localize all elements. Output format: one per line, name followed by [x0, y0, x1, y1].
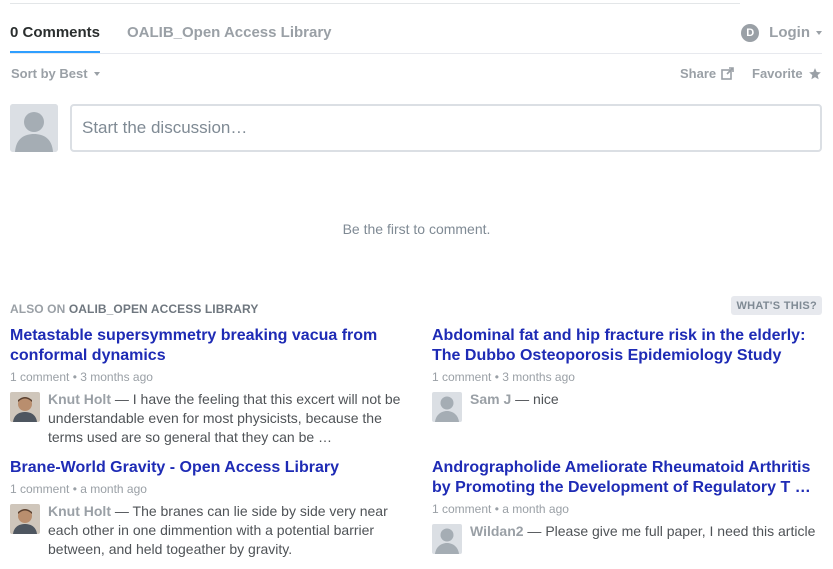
favorite-label: Favorite: [752, 66, 803, 81]
tab-comments[interactable]: 0 Comments: [10, 24, 101, 53]
avatar[interactable]: [10, 504, 40, 534]
avatar: [10, 104, 58, 152]
related-card-title[interactable]: Abdominal fat and hip fracture risk in t…: [432, 326, 827, 366]
user-photo-icon: [10, 504, 40, 534]
sort-dropdown[interactable]: Sort by Best: [11, 66, 100, 81]
related-card: Brane-World Gravity - Open Access Librar…: [10, 458, 405, 559]
also-on-prefix: ALSO ON: [10, 302, 66, 316]
related-card-meta: 1 comment • 3 months ago: [432, 370, 575, 384]
user-placeholder-icon: [432, 392, 462, 422]
related-card-excerpt[interactable]: Knut Holt — The branes can lie side by s…: [10, 502, 405, 559]
favorite-button[interactable]: Favorite: [752, 66, 822, 81]
chevron-down-icon: [93, 71, 100, 76]
whats-this-button[interactable]: WHAT'S THIS?: [731, 296, 822, 315]
comment-snippet: — Please give me full paper, I need this…: [523, 523, 816, 539]
related-card-meta: 1 comment • a month ago: [10, 482, 147, 496]
share-label: Share: [680, 66, 717, 81]
related-card-excerpt[interactable]: Knut Holt — I have the feeling that this…: [10, 390, 405, 447]
tab-community[interactable]: OALIB_Open Access Library: [127, 24, 332, 42]
share-icon: [721, 67, 734, 80]
comment-author[interactable]: Wildan2: [470, 523, 524, 539]
related-card: Abdominal fat and hip fracture risk in t…: [432, 326, 827, 422]
empty-state-message: Be the first to comment.: [342, 221, 491, 237]
also-on-heading: ALSO ON OALIB_OPEN ACCESS LIBRARY: [10, 302, 258, 316]
related-card: Metastable supersymmetry breaking vacua …: [10, 326, 405, 447]
related-card-title[interactable]: Andrographolide Ameliorate Rheumatoid Ar…: [432, 458, 827, 498]
login-label: Login: [769, 24, 810, 41]
also-on-site[interactable]: OALIB_OPEN ACCESS LIBRARY: [69, 302, 259, 316]
user-placeholder-icon: [10, 104, 58, 152]
sort-label: Sort by Best: [11, 66, 88, 81]
avatar[interactable]: [10, 392, 40, 422]
comment-author[interactable]: Sam J: [470, 391, 511, 407]
comment-input[interactable]: [70, 104, 822, 152]
related-card-title[interactable]: Brane-World Gravity - Open Access Librar…: [10, 458, 405, 478]
discussion-nav: 0 Comments OALIB_Open Access Library D L…: [10, 14, 822, 54]
comment-snippet: — nice: [511, 391, 559, 407]
chevron-down-icon: [816, 31, 822, 35]
related-card-excerpt[interactable]: Sam J — nice: [432, 390, 827, 422]
related-card-excerpt[interactable]: Wildan2 — Please give me full paper, I n…: [432, 522, 827, 554]
user-placeholder-icon: [432, 524, 462, 554]
disqus-logo-icon: D: [741, 24, 760, 42]
star-icon: [808, 67, 821, 79]
related-card-title[interactable]: Metastable supersymmetry breaking vacua …: [10, 326, 405, 366]
login-menu[interactable]: D Login: [741, 24, 822, 42]
share-button[interactable]: Share: [680, 66, 734, 81]
related-card: Andrographolide Ameliorate Rheumatoid Ar…: [432, 458, 827, 554]
avatar[interactable]: [432, 524, 462, 554]
user-photo-icon: [10, 392, 40, 422]
related-card-meta: 1 comment • a month ago: [432, 502, 569, 516]
comment-author[interactable]: Knut Holt: [48, 503, 111, 519]
top-divider: [10, 3, 740, 4]
comment-author[interactable]: Knut Holt: [48, 391, 111, 407]
related-card-meta: 1 comment • 3 months ago: [10, 370, 153, 384]
avatar[interactable]: [432, 392, 462, 422]
